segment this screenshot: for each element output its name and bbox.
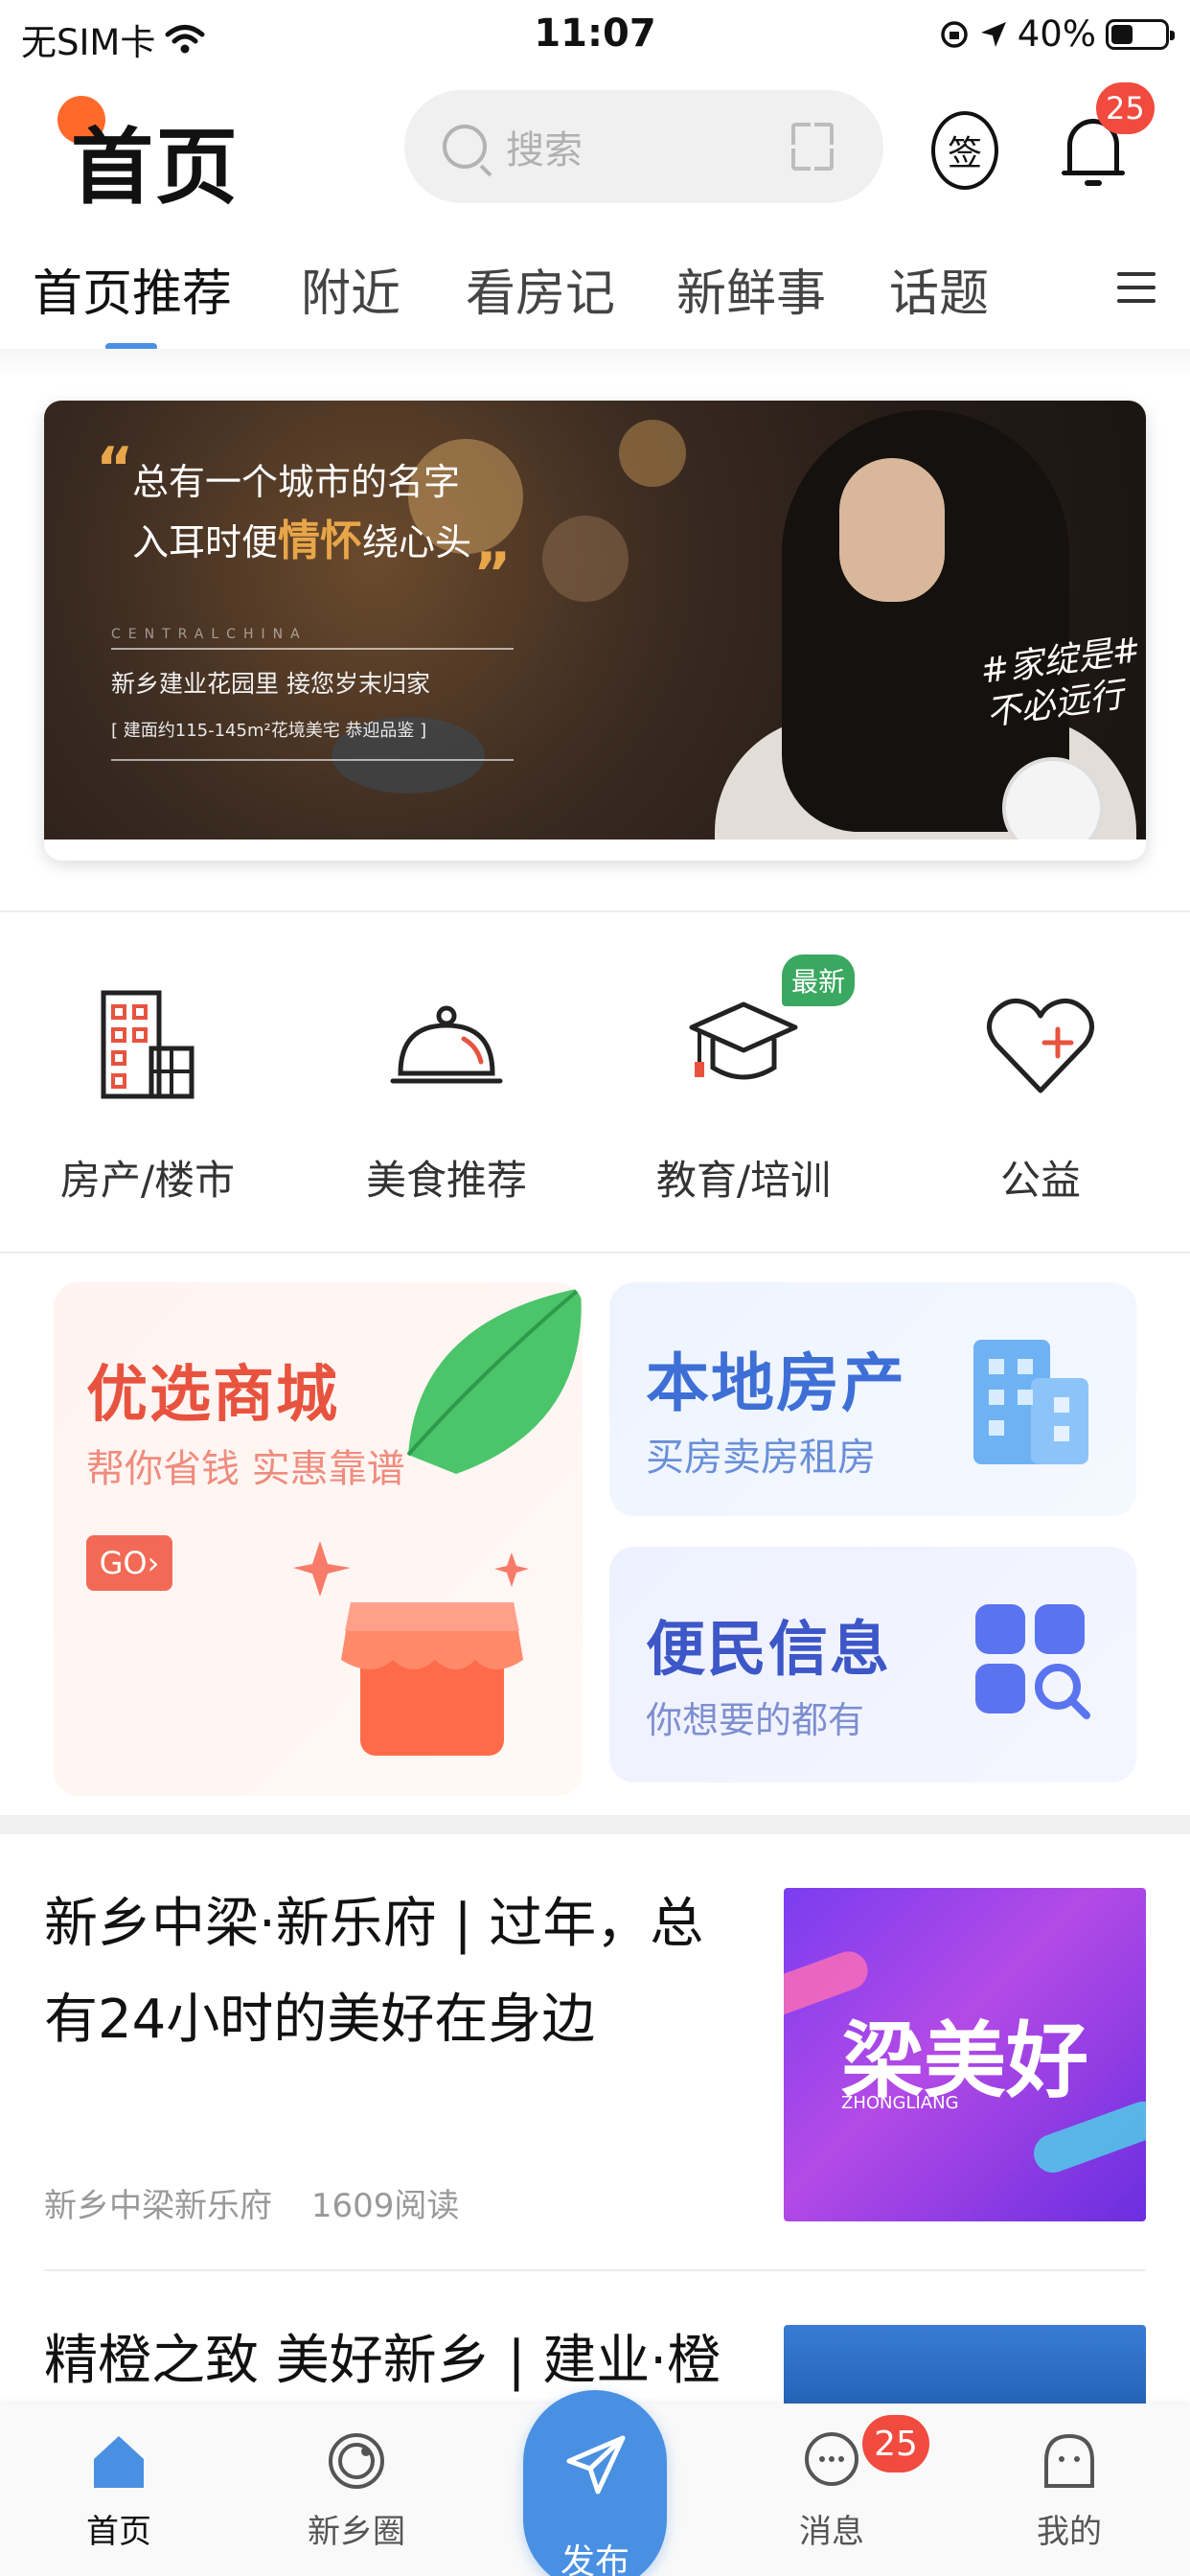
mall-title: 优选商城 — [86, 1360, 339, 1431]
nav-profile[interactable]: 我的 — [993, 2430, 1146, 2552]
banner-small-text: [ 建面约115-145m²花境美宅 恭迎品鉴 ] — [111, 721, 427, 741]
profile-icon — [1044, 2433, 1094, 2488]
category-label: 公益 — [999, 1157, 1081, 1204]
article-reads: 1609阅读 — [310, 2187, 460, 2225]
mall-go-button[interactable]: GO› — [86, 1535, 172, 1591]
real-estate-subtitle: 买房卖房租房 — [646, 1436, 876, 1480]
nav-circle[interactable]: 新乡圈 — [280, 2430, 433, 2552]
category-label: 美食推荐 — [365, 1157, 527, 1204]
status-left: 无SIM卡 — [21, 13, 205, 65]
circle-icon — [329, 2433, 384, 2489]
tab-bar: 首页推荐 附近 看房记 新鲜事 话题 — [0, 245, 1190, 351]
heart-plus-icon — [987, 998, 1094, 1093]
tab-recommend[interactable]: 首页推荐 — [33, 253, 232, 325]
real-estate-title: 本地房产 — [646, 1346, 906, 1420]
battery-percent: 40% — [1017, 13, 1096, 55]
nav-home[interactable]: 首页 — [42, 2430, 195, 2552]
tab-topics[interactable]: 话题 — [889, 253, 989, 325]
category-education[interactable]: 教育/培训 — [638, 987, 849, 1207]
mall-card[interactable]: 优选商城 帮你省钱 实惠靠谱 GO› — [54, 1282, 583, 1796]
header: 首页 搜索 签 — [0, 73, 1190, 226]
home-icon — [94, 2436, 144, 2488]
message-icon — [805, 2432, 858, 2486]
new-badge: 最新 — [782, 954, 855, 1006]
banner-subtitle: 新乡建业花园里 接您岁末归家 — [111, 670, 430, 698]
info-card[interactable]: 便民信息 你想要的都有 — [609, 1547, 1136, 1782]
status-bar: 无SIM卡 11:07 40% — [0, 0, 1190, 73]
status-right: 40% — [939, 13, 1175, 55]
publish-button[interactable]: 发布 — [523, 2390, 667, 2576]
category-charity[interactable]: 公益 — [935, 987, 1146, 1207]
office-building-icon — [973, 1340, 1088, 1464]
ad-banner[interactable]: “ 总有一个城市的名字 入耳时便情怀绕心头 ” CENTRALCHINA 新乡建… — [44, 401, 1146, 859]
article-source: 新乡中梁新乐府 — [44, 2187, 272, 2225]
orientation-lock-icon — [941, 20, 968, 48]
category-real-estate[interactable]: 房产/楼市 — [42, 987, 253, 1207]
menu-icon[interactable] — [1117, 268, 1156, 307]
page-title: 首页 — [71, 120, 240, 216]
notification-badge: 25 — [1096, 82, 1155, 134]
tab-nearby[interactable]: 附近 — [301, 253, 400, 325]
search-input[interactable]: 搜索 — [404, 90, 883, 203]
info-subtitle: 你想要的都有 — [646, 1699, 865, 1741]
building-icon — [101, 990, 195, 1099]
real-estate-card[interactable]: 本地房产 买房卖房租房 — [609, 1282, 1136, 1516]
tab-house-notes[interactable]: 看房记 — [466, 253, 615, 325]
category-label: 房产/楼市 — [59, 1157, 236, 1204]
sign-in-button[interactable]: 签 — [931, 111, 998, 190]
mall-subtitle: 帮你省钱 实惠靠谱 — [86, 1447, 405, 1491]
search-icon — [443, 125, 487, 169]
leaf-decoration — [406, 1286, 583, 1474]
thumbnail-text: 梁美好 — [841, 2013, 1088, 2109]
message-badge: 25 — [862, 2415, 929, 2472]
article-meta: 新乡中梁新乐府 1609阅读 — [44, 2179, 459, 2226]
send-icon — [566, 2435, 626, 2495]
article-thumbnail: 梁美好 ZHONGLIANG — [784, 1888, 1146, 2221]
shop-icon — [293, 1541, 529, 1756]
carrier-text: 无SIM卡 — [21, 22, 156, 63]
tab-news[interactable]: 新鲜事 — [676, 253, 826, 325]
category-food[interactable]: 美食推荐 — [341, 987, 552, 1207]
category-label: 教育/培训 — [655, 1157, 832, 1204]
banner-english: CENTRALCHINA — [111, 627, 308, 642]
tab-shadow — [0, 349, 1190, 378]
grid-search-icon — [975, 1604, 1090, 1719]
battery-icon — [1106, 18, 1175, 50]
section-divider — [0, 1815, 1190, 1834]
info-title: 便民信息 — [646, 1614, 892, 1684]
banner-quote: 总有一个城市的名字 入耳时便情怀绕心头 — [132, 461, 472, 565]
search-placeholder: 搜索 — [506, 128, 583, 172]
scan-icon[interactable] — [788, 119, 837, 174]
wifi-icon — [165, 25, 205, 54]
article-title: 精橙之致 美好新乡 | 建业·橙 — [44, 2330, 721, 2392]
food-cloche-icon — [390, 1005, 503, 1084]
location-arrow-icon — [980, 21, 1006, 47]
article-title: 新乡中梁·新乐府 | 过年，总有24小时的美好在身边 — [44, 1893, 704, 2051]
